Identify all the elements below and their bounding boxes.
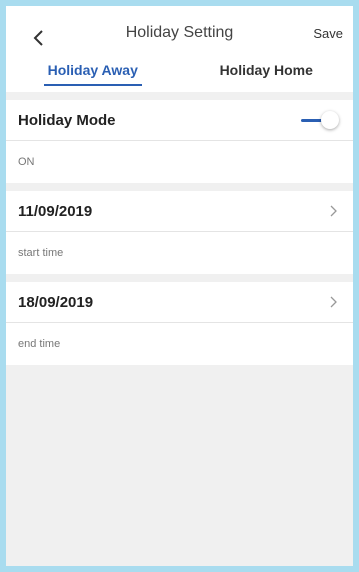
- save-button[interactable]: Save: [313, 26, 343, 41]
- end-date-row[interactable]: 18/09/2019: [6, 282, 353, 322]
- page-title: Holiday Setting: [125, 24, 234, 41]
- tab-bar: Holiday Away Holiday Home: [6, 58, 353, 92]
- section-divider: [6, 274, 353, 282]
- toggle-knob: [321, 111, 339, 129]
- holiday-mode-toggle[interactable]: [301, 111, 339, 129]
- start-time-caption: start time: [6, 231, 353, 274]
- end-time-caption: end time: [6, 322, 353, 365]
- top-nav-bar: Holiday Setting Save: [6, 6, 353, 58]
- section-divider: [6, 92, 353, 100]
- chevron-right-icon: [325, 294, 341, 310]
- holiday-mode-label: Holiday Mode: [18, 111, 116, 129]
- app-screen: Holiday Setting Save Holiday Away Holida…: [6, 6, 353, 566]
- tab-holiday-home[interactable]: Holiday Home: [180, 58, 354, 92]
- chevron-right-icon: [325, 203, 341, 219]
- start-date-row[interactable]: 11/09/2019: [6, 191, 353, 231]
- holiday-mode-status: ON: [6, 140, 353, 183]
- end-date-value: 18/09/2019: [18, 293, 94, 311]
- start-date-value: 11/09/2019: [18, 202, 93, 220]
- holiday-mode-row: Holiday Mode: [6, 100, 353, 140]
- tab-holiday-away[interactable]: Holiday Away: [6, 58, 180, 92]
- section-divider: [6, 183, 353, 191]
